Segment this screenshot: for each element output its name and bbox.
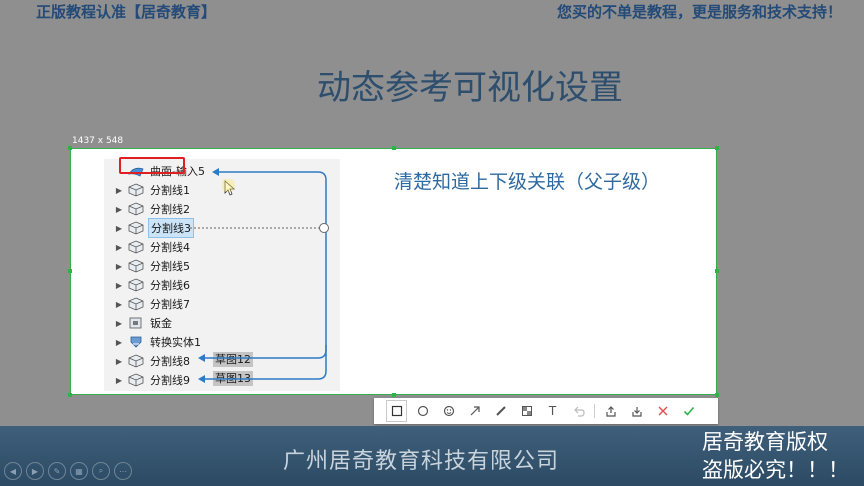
company-name: 广州居奇教育科技有限公司 <box>283 449 560 474</box>
text-icon[interactable]: T <box>542 400 563 422</box>
arrow-icon[interactable] <box>464 400 485 422</box>
slideshow-controls: ◀ ▶ ✎ ▦ ⌕ ⋯ <box>4 462 132 480</box>
undo-icon[interactable] <box>568 400 589 422</box>
previous-slide-icon[interactable]: ◀ <box>4 462 22 480</box>
copyright-notice: 居奇教育版权 盗版必究！！！ <box>702 428 862 484</box>
share-icon[interactable] <box>600 400 621 422</box>
rectangle-icon[interactable] <box>386 400 407 422</box>
copyright-line: 居奇教育版权 <box>702 430 828 454</box>
cursor-icon <box>222 179 236 196</box>
pen-icon[interactable] <box>490 400 511 422</box>
download-icon[interactable] <box>626 400 647 422</box>
close-icon[interactable] <box>652 400 673 422</box>
toolbar-separator <box>594 404 595 418</box>
slides-grid-icon[interactable]: ▦ <box>70 462 88 480</box>
confirm-icon[interactable] <box>678 400 699 422</box>
copyright-line: 盗版必究！！！ <box>702 458 849 482</box>
ellipse-icon[interactable] <box>412 400 433 422</box>
annotation-text: 清楚知道上下级关联（父子级） <box>394 171 661 193</box>
screenshot-toolbar: T <box>374 398 718 424</box>
pen-tool-icon[interactable]: ✎ <box>48 462 66 480</box>
emoji-icon[interactable] <box>438 400 459 422</box>
next-slide-icon[interactable]: ▶ <box>26 462 44 480</box>
mosaic-icon[interactable] <box>516 400 537 422</box>
more-options-icon[interactable]: ⋯ <box>114 462 132 480</box>
zoom-icon[interactable]: ⌕ <box>92 462 110 480</box>
